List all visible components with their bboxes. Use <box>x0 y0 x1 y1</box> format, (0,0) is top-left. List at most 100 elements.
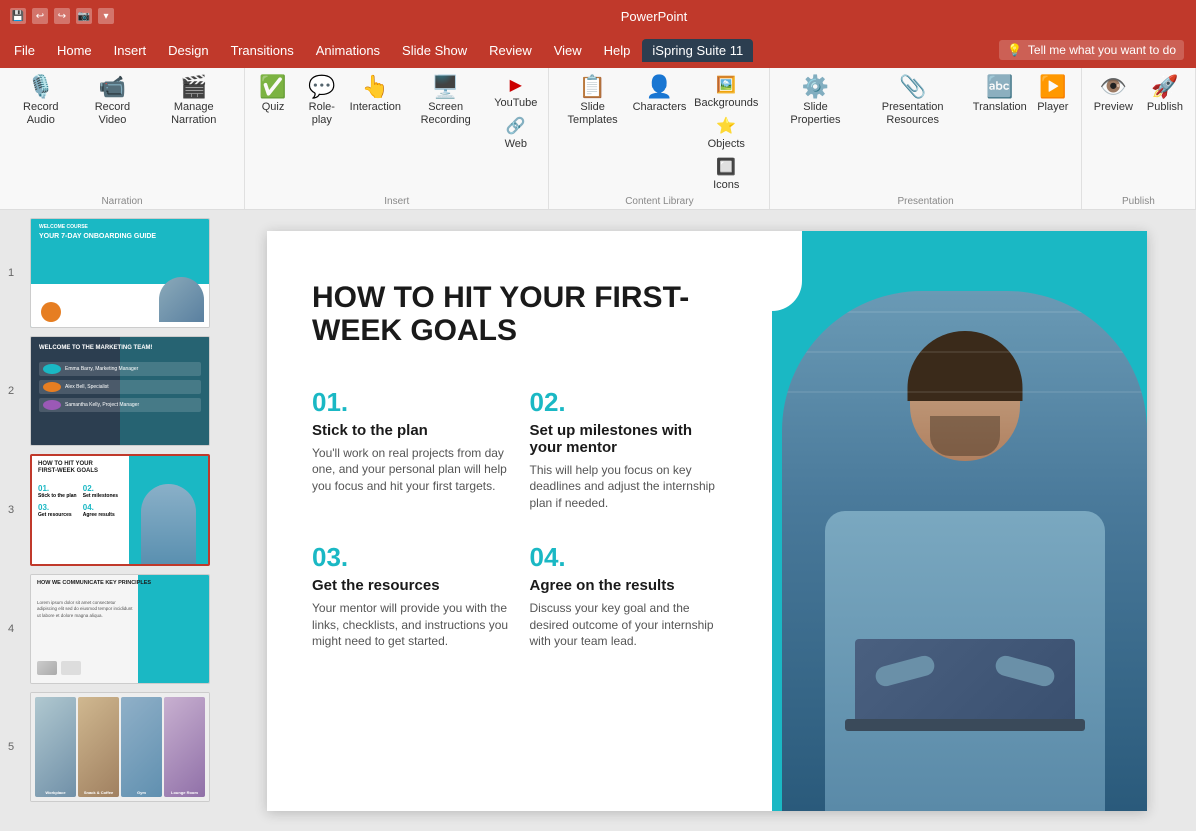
menu-insert[interactable]: Insert <box>104 39 157 62</box>
slide-panel[interactable]: 1 WELCOME COURSE YOUR 7-DAY ONBOARDING G… <box>0 210 218 831</box>
characters-button[interactable]: 👤 Characters <box>632 72 687 118</box>
goal-title-1: Stick to the plan <box>312 422 510 439</box>
search-text: Tell me what you want to do <box>1028 43 1176 57</box>
goal-num-3: 03. <box>312 542 510 573</box>
player-icon: ▶️ <box>1039 76 1066 98</box>
menu-transitions[interactable]: Transitions <box>221 39 304 62</box>
web-button[interactable]: 🔗 Web <box>489 113 542 153</box>
slide-thumb-1[interactable]: WELCOME COURSE YOUR 7-DAY ONBOARDING GUI… <box>30 218 210 328</box>
goal-desc-3: Your mentor will provide you with the li… <box>312 600 510 650</box>
slide-main-content: HOW TO HIT YOUR FIRST-WEEK GOALS 01. Sti… <box>267 231 772 811</box>
photo-container <box>782 291 1147 811</box>
interaction-button[interactable]: 👆 Interaction <box>349 72 402 118</box>
menu-animations[interactable]: Animations <box>306 39 390 62</box>
slide-thumb-4[interactable]: HOW WE COMMUNICATE KEY PRINCIPLES Lorem … <box>30 574 210 684</box>
preview-icon: 👁️ <box>1100 76 1127 98</box>
player-button[interactable]: ▶️ Player <box>1031 72 1075 118</box>
menu-home[interactable]: Home <box>47 39 102 62</box>
slide-canvas: HOW TO HIT YOUR FIRST-WEEK GOALS 01. Sti… <box>267 231 1147 811</box>
slide1-subtitle: WELCOME COURSE <box>39 224 156 230</box>
library-small-buttons: 🖼️ Backgrounds ⭐ Objects 🔲 Icons <box>689 72 763 194</box>
menu-file[interactable]: File <box>4 39 45 62</box>
ribbon-group-publish: 👁️ Preview 🚀 Publish Publish <box>1082 68 1196 209</box>
title-bar: 💾 ↩ ↪ 📷 ▾ PowerPoint <box>0 0 1196 32</box>
publish-buttons: 👁️ Preview 🚀 Publish <box>1088 72 1189 194</box>
slide-main-heading: HOW TO HIT YOUR FIRST-WEEK GOALS <box>312 281 727 347</box>
goal-desc-4: Discuss your key goal and the desired ou… <box>530 600 728 650</box>
record-video-button[interactable]: 📹 Record Video <box>78 72 148 131</box>
menu-view[interactable]: View <box>544 39 592 62</box>
app-title: PowerPoint <box>122 9 1186 24</box>
canvas-area: HOW TO HIT YOUR FIRST-WEEK GOALS 01. Sti… <box>218 210 1196 831</box>
slide-thumb-2[interactable]: WELCOME TO THE MARKETING TEAM! Emma Barr… <box>30 336 210 446</box>
menu-review[interactable]: Review <box>479 39 542 62</box>
redo-icon[interactable]: ↪ <box>54 8 70 24</box>
slide-thumb-5[interactable]: Workplace Snack & Coffee Gym Lounge Room <box>30 692 210 802</box>
icons-button[interactable]: 🔲 Icons <box>689 154 763 194</box>
goal-desc-2: This will help you focus on key deadline… <box>530 462 728 512</box>
slide-row-2: 2 WELCOME TO THE MARKETING TEAM! Emma Ba… <box>8 336 210 446</box>
screen-recording-button[interactable]: 🖥️ Screen Recording <box>404 72 487 131</box>
resources-icon: 📎 <box>899 76 926 98</box>
objects-button[interactable]: ⭐ Objects <box>689 113 763 153</box>
publish-button[interactable]: 🚀 Publish <box>1141 72 1189 118</box>
slide-properties-button[interactable]: ⚙️ Slide Properties <box>776 72 854 131</box>
presentation-resources-button[interactable]: 📎 Presentation Resources <box>857 72 969 131</box>
backgrounds-button[interactable]: 🖼️ Backgrounds <box>689 72 763 112</box>
menu-slideshow[interactable]: Slide Show <box>392 39 477 62</box>
menu-search[interactable]: 💡 Tell me what you want to do <box>999 40 1184 60</box>
goal-title-3: Get the resources <box>312 577 510 594</box>
menu-help[interactable]: Help <box>594 39 641 62</box>
goal-num-4: 04. <box>530 542 728 573</box>
menu-design[interactable]: Design <box>158 39 218 62</box>
narration-buttons: 🎙️ Record Audio 📹 Record Video 🎬 Manage … <box>6 72 238 194</box>
properties-icon: ⚙️ <box>802 76 829 98</box>
translation-button[interactable]: 🔤 Translation <box>971 72 1029 118</box>
title-bar-icons: 💾 ↩ ↪ 📷 ▾ <box>10 8 114 24</box>
goal-item-3: 03. Get the resources Your mentor will p… <box>312 542 510 650</box>
camera-icon[interactable]: 📷 <box>76 8 92 24</box>
ribbon: 🎙️ Record Audio 📹 Record Video 🎬 Manage … <box>0 68 1196 210</box>
more-icon[interactable]: ▾ <box>98 8 114 24</box>
narration-label: Narration <box>6 194 238 207</box>
slide-num-2: 2 <box>8 385 22 397</box>
slide3-title: HOW TO HIT YOURFIRST-WEEK GOALS <box>38 461 98 475</box>
slide-row-4: 4 HOW WE COMMUNICATE KEY PRINCIPLES Lore… <box>8 574 210 684</box>
insert-buttons: ✅ Quiz 💬 Role-play 👆 Interaction 🖥️ Scre… <box>251 72 542 194</box>
ribbon-group-presentation: ⚙️ Slide Properties 📎 Presentation Resou… <box>770 68 1081 209</box>
undo-icon[interactable]: ↩ <box>32 8 48 24</box>
slide1-title: YOUR 7-DAY ONBOARDING GUIDE <box>39 233 156 241</box>
goal-item-1: 01. Stick to the plan You'll work on rea… <box>312 387 510 512</box>
youtube-button[interactable]: ▶ YouTube <box>489 72 542 112</box>
quiz-icon: ✅ <box>259 76 286 98</box>
slide-num-4: 4 <box>8 623 22 635</box>
insert-label: Insert <box>251 194 542 207</box>
goal-title-2: Set up milestones with your mentor <box>530 422 728 456</box>
slide2-title: WELCOME TO THE MARKETING TEAM! <box>39 345 153 353</box>
content-buttons: 📋 Slide Templates 👤 Characters 🖼️ Backgr… <box>555 72 763 194</box>
presentation-label: Presentation <box>776 194 1074 207</box>
video-icon: 📹 <box>99 76 126 98</box>
youtube-icon: ▶ <box>510 75 522 95</box>
record-audio-button[interactable]: 🎙️ Record Audio <box>6 72 76 131</box>
roleplay-icon: 💬 <box>308 76 335 98</box>
preview-button[interactable]: 👁️ Preview <box>1088 72 1139 118</box>
screen-rec-icon: 🖥️ <box>432 76 459 98</box>
slide-num-3: 3 <box>8 504 22 516</box>
slide-thumb-3[interactable]: HOW TO HIT YOURFIRST-WEEK GOALS 01.Stick… <box>30 454 210 566</box>
lightbulb-icon: 💡 <box>1007 43 1022 57</box>
quiz-button[interactable]: ✅ Quiz <box>251 72 295 118</box>
role-play-button[interactable]: 💬 Role-play <box>297 72 347 131</box>
interaction-icon: 👆 <box>362 76 389 98</box>
menu-ispring[interactable]: iSpring Suite 11 <box>642 39 753 62</box>
goals-grid: 01. Stick to the plan You'll work on rea… <box>312 387 727 651</box>
objects-icon: ⭐ <box>716 116 736 136</box>
slide-image-panel <box>772 231 1147 811</box>
manage-narration-button[interactable]: 🎬 Manage Narration <box>149 72 238 131</box>
save-icon[interactable]: 💾 <box>10 8 26 24</box>
background-shelves <box>782 291 1147 491</box>
slide-templates-button[interactable]: 📋 Slide Templates <box>555 72 629 131</box>
publish-icon: 🚀 <box>1151 76 1178 98</box>
translation-icon: 🔤 <box>986 76 1013 98</box>
slide-num-5: 5 <box>8 741 22 753</box>
